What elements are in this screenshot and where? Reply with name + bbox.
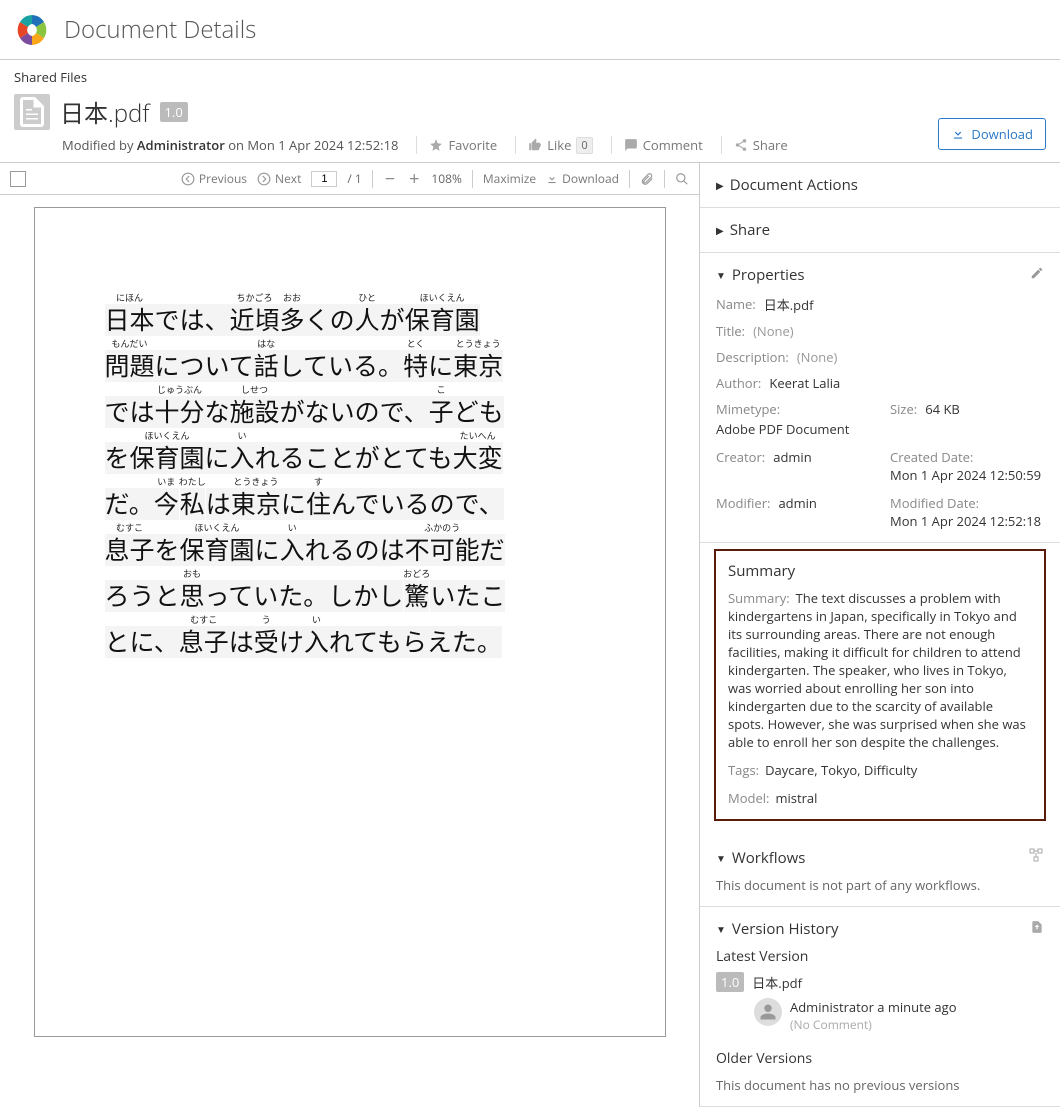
pdf-page: にほん日本では、ちかごろ近頃おお多くのひと人がほいくえん保育園もんだい問題につい…: [34, 207, 666, 1037]
page-total: / 1: [347, 170, 361, 187]
workflows-empty-text: This document is not part of any workflo…: [716, 876, 1044, 894]
zoom-level: 108%: [431, 170, 462, 187]
latest-version-nocomment: (No Comment): [790, 1016, 957, 1033]
like-count: 0: [576, 137, 592, 154]
like-button[interactable]: Like 0: [515, 136, 593, 154]
chevron-down-icon[interactable]: ▼: [716, 851, 726, 865]
latest-version-name[interactable]: 日本.pdf: [752, 973, 802, 992]
file-type-icon: [14, 94, 50, 130]
edit-icon[interactable]: [1030, 265, 1044, 285]
download-button[interactable]: Download: [938, 118, 1046, 150]
section-properties: ▼ Properties Name:日本.pdf Title:(None) De…: [700, 253, 1060, 543]
workflow-icon[interactable]: [1028, 847, 1044, 868]
summary-model: mistral: [775, 789, 817, 807]
viewer-toolbar: Previous Next / 1 − + 108% Maximize Down…: [0, 163, 699, 195]
prop-modifier: admin: [778, 494, 816, 512]
zoom-in-button[interactable]: +: [407, 167, 421, 191]
arrow-right-circle-icon: [257, 172, 271, 186]
breadcrumb[interactable]: Shared Files: [0, 60, 1060, 90]
latest-version-author: Administrator a minute ago: [790, 998, 957, 1016]
maximize-button[interactable]: Maximize: [483, 170, 536, 187]
section-version-history: ▼ Version History Latest Version 1.0 日本.…: [700, 907, 1060, 1107]
previous-page-button[interactable]: Previous: [181, 170, 247, 187]
prop-creator: admin: [773, 448, 811, 466]
arrow-left-circle-icon: [181, 172, 195, 186]
older-versions-label: Older Versions: [716, 1049, 1044, 1068]
viewer-pane: Previous Next / 1 − + 108% Maximize Down…: [0, 163, 700, 1107]
comment-button[interactable]: Comment: [611, 136, 703, 154]
prop-title: (None): [753, 322, 794, 340]
download-icon: [546, 173, 558, 185]
modified-text: Modified by Administrator on Mon 1 Apr 2…: [62, 136, 398, 154]
upload-version-icon[interactable]: [1030, 919, 1044, 939]
search-icon[interactable]: [675, 172, 689, 186]
app-logo: [14, 12, 50, 48]
share-button[interactable]: Share: [721, 136, 788, 154]
chevron-down-icon[interactable]: ▼: [716, 268, 726, 282]
star-icon: [429, 138, 443, 152]
attachment-icon[interactable]: [640, 172, 654, 186]
section-workflows: ▼ Workflows This document is not part of…: [700, 835, 1060, 907]
section-document-actions[interactable]: ▶Document Actions: [700, 163, 1060, 208]
comment-icon: [624, 138, 638, 152]
summary-tags: Daycare, Tokyo, Difficulty: [765, 761, 917, 779]
document-name: 日本.pdf: [60, 94, 150, 130]
sidebar-toggle[interactable]: [10, 171, 26, 187]
next-page-button[interactable]: Next: [257, 170, 301, 187]
document-header: 日本.pdf 1.0 Modified by Administrator on …: [0, 90, 1060, 163]
section-share[interactable]: ▶Share: [700, 208, 1060, 253]
prop-size: 64 KB: [925, 400, 960, 418]
prop-description: (None): [797, 348, 838, 366]
page-title: Document Details: [64, 13, 256, 46]
prop-name: 日本.pdf: [764, 295, 814, 314]
summary-title: Summary: [728, 561, 1032, 581]
page-input[interactable]: [311, 171, 337, 187]
summary-text: The text discusses a problem with kinder…: [728, 589, 1026, 751]
chevron-down-icon[interactable]: ▼: [716, 922, 726, 936]
chevron-right-icon: ▶: [716, 223, 724, 237]
thumbs-up-icon: [528, 138, 542, 152]
summary-box: Summary Summary:The text discusses a pro…: [714, 549, 1046, 821]
content-area: Previous Next / 1 − + 108% Maximize Down…: [0, 163, 1060, 1107]
share-icon: [734, 138, 748, 152]
prop-created: Mon 1 Apr 2024 12:50:59: [890, 466, 1041, 484]
favorite-button[interactable]: Favorite: [416, 136, 497, 154]
prop-author: Keerat Lalia: [769, 374, 840, 392]
side-panel: ▶Document Actions ▶Share ▼ Properties Na…: [700, 163, 1060, 1107]
latest-version-badge: 1.0: [716, 972, 744, 992]
prop-mimetype: Adobe PDF Document: [716, 420, 870, 438]
latest-version-label: Latest Version: [716, 947, 1044, 966]
version-badge: 1.0: [160, 102, 188, 122]
zoom-out-button[interactable]: −: [383, 167, 397, 191]
app-header: Document Details: [0, 0, 1060, 60]
download-icon: [951, 127, 965, 141]
viewer-download-button[interactable]: Download: [546, 170, 619, 187]
prop-modified: Mon 1 Apr 2024 12:52:18: [890, 512, 1041, 530]
avatar-icon: [754, 998, 782, 1026]
older-versions-empty: This document has no previous versions: [716, 1076, 1044, 1094]
chevron-right-icon: ▶: [716, 178, 724, 192]
